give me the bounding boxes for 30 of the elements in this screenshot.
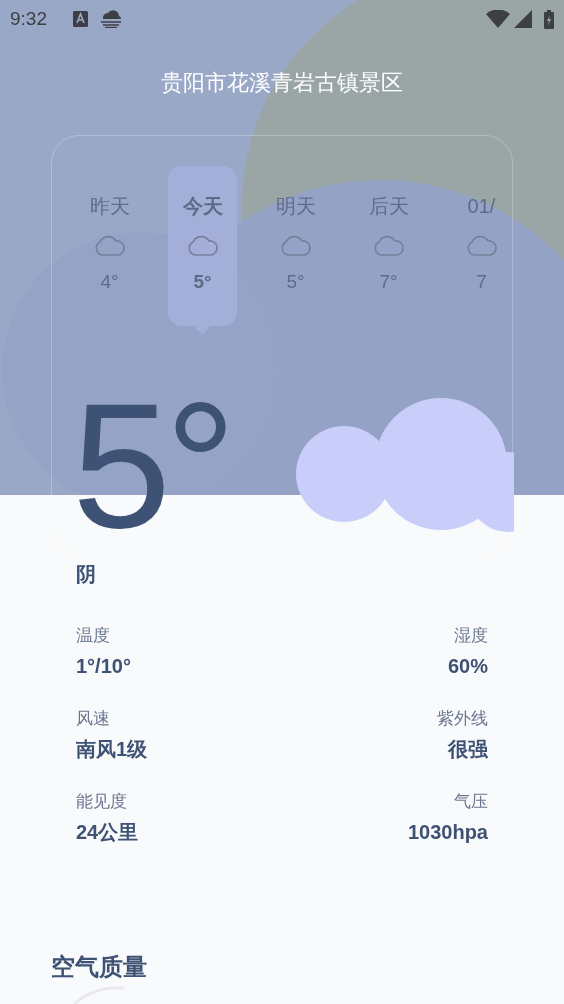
battery-icon [544, 9, 554, 29]
cloud-icon [372, 234, 405, 256]
wifi-icon [486, 10, 510, 28]
signal-icon [514, 10, 532, 28]
cloud-icon [465, 234, 498, 256]
location-title: 贵阳市花溪青岩古镇景区 [161, 69, 403, 97]
forecast-day[interactable]: 今天 5° [168, 166, 237, 326]
detail-value: 1°/10° [76, 654, 131, 679]
cloud-icon [93, 234, 126, 256]
detail-value: 南风1级 [76, 737, 148, 762]
forecast-day[interactable]: 01/ 7 [447, 166, 500, 326]
section-title: 空气质量 [51, 953, 147, 980]
detail-label: 温度 [76, 625, 110, 647]
forecast-day[interactable]: 明天 5° [261, 166, 330, 326]
detail-value: 1030hpa [407, 820, 488, 845]
detail-label: 湿度 [454, 625, 488, 647]
forecast-day[interactable]: 昨天 4° [75, 166, 144, 326]
detail-label: 紫外线 [437, 708, 488, 730]
weather-condition: 阴 [76, 563, 96, 585]
forecast-day[interactable]: 后天 7° [354, 166, 423, 326]
detail-label: 能见度 [76, 791, 127, 813]
status-time: 9:32 [10, 6, 47, 31]
detail-value: 很强 [448, 737, 488, 762]
cloud-icon [279, 234, 312, 256]
detail-value: 60% [447, 654, 488, 679]
detail-value: 24公里 [76, 820, 139, 845]
cloud-icon [186, 234, 219, 256]
fog-icon [100, 10, 122, 28]
detail-label: 气压 [454, 791, 488, 813]
detail-label: 风速 [76, 708, 110, 730]
